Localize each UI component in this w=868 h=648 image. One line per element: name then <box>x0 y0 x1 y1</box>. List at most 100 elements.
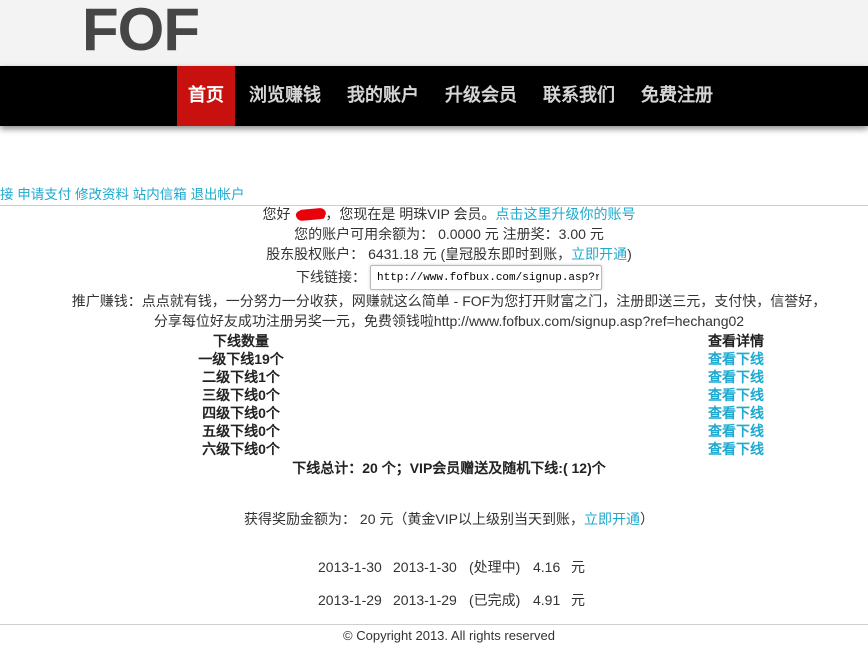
view-downline-link[interactable]: 查看下线 <box>636 368 836 386</box>
downline-count: 1 <box>258 369 266 385</box>
downline-level: 三级下线 <box>202 387 259 403</box>
balance-unit: 元 <box>484 226 499 242</box>
site-header: FOF <box>0 0 868 66</box>
referral-link-input[interactable] <box>370 265 602 290</box>
account-link-partial[interactable]: 接 <box>0 187 14 202</box>
downline-count: 0 <box>258 405 266 421</box>
signup-bonus-amount: 3.00 <box>558 226 586 242</box>
reward-note: （黄金VIP以上级别当天到账， <box>393 511 584 527</box>
member-status: ，您现在是 明珠VIP 会员。 <box>325 206 496 222</box>
equity-note: (皇冠股东即时到账， <box>440 246 572 262</box>
downline-level-cell: 四级下线0个 <box>141 404 341 422</box>
reward-amount: 20 <box>359 511 376 527</box>
equity-amount: 6431.18 <box>368 246 419 262</box>
reward-line: 获得奖励金额为： 20 元（黄金VIP以上级别当天到账，立即开通） <box>32 509 866 529</box>
payment-amount: 4.91 <box>533 592 561 608</box>
balance-label: 您的账户可用余额为： <box>294 226 435 242</box>
downline-unit: 个 <box>269 351 284 367</box>
downline-details-header: 查看详情 <box>708 333 764 349</box>
downline-row: 二级下线1个 查看下线 <box>0 368 868 386</box>
downline-unit: 个 <box>265 369 280 385</box>
downline-level: 二级下线 <box>202 369 259 385</box>
vip-downline-unit: )个 <box>587 460 606 476</box>
copyright-text: © Copyright 2013. All rights reserved <box>343 628 555 643</box>
view-downline-link[interactable]: 查看下线 <box>636 350 836 368</box>
promo-text-line-2: 分享每位好友成功注册另奖一元，免费领钱啦http://www.fofbux.co… <box>153 313 745 329</box>
nav-item-browse-earn[interactable]: 浏览赚钱 <box>237 66 333 126</box>
balance-amount: 0.0000 <box>438 226 481 242</box>
downline-level: 一级下线 <box>198 351 255 367</box>
promo-text-line-1: 推广赚钱：点点就有钱，一分努力一分收获，网赚就这么简单 - FOF为您打开财富之… <box>71 293 827 309</box>
downline-header-row: 下线数量 查看详情 <box>0 332 868 350</box>
downline-count: 0 <box>258 387 266 403</box>
downline-unit: 个 <box>265 441 280 457</box>
equity-line: 股东股权账户： 6431.18 元 (皇冠股东即时到账，立即开通) <box>32 244 866 264</box>
downline-level-cell: 三级下线0个 <box>141 386 341 404</box>
balance-line: 您的账户可用余额为： 0.0000 元 注册奖：3.00 元 <box>32 224 866 244</box>
reward-open-link[interactable]: 立即开通 <box>584 511 640 527</box>
downline-unit: 个 <box>265 405 280 421</box>
payment-date: 2013-1-29 <box>318 592 382 608</box>
nav-item-contact[interactable]: 联系我们 <box>531 66 627 126</box>
main-nav-list: 首页 浏览赚钱 我的账户 升级会员 联系我们 免费注册 <box>177 66 725 126</box>
downline-total-label: 下线总计： <box>292 460 363 476</box>
view-downline-link[interactable]: 查看下线 <box>636 422 836 440</box>
downline-level-cell: 五级下线0个 <box>141 422 341 440</box>
site-logo: FOF <box>82 0 200 63</box>
downline-row: 六级下线0个 查看下线 <box>0 440 868 458</box>
upgrade-account-link[interactable]: 点击这里升级你的账号 <box>495 206 635 222</box>
account-link-logout[interactable]: 退出帐户 <box>191 187 245 202</box>
downline-level-cell: 一级下线19个 <box>141 350 341 368</box>
reward-label: 获得奖励金额为： <box>244 511 357 527</box>
main-nav: 首页 浏览赚钱 我的账户 升级会员 联系我们 免费注册 <box>0 66 868 126</box>
account-link-edit-profile[interactable]: 修改资料 <box>75 187 129 202</box>
downline-count-header: 下线数量 <box>213 333 269 349</box>
vip-downline-label: VIP会员赠送及随机下线:( <box>409 460 568 476</box>
payment-row: 2013-1-30 2013-1-30 (处理中) 4.16 元 <box>0 557 868 577</box>
equity-open-link[interactable]: 立即开通 <box>571 246 627 262</box>
nav-item-my-account[interactable]: 我的账户 <box>335 66 431 126</box>
equity-note-close: ) <box>627 246 632 262</box>
equity-unit: 元 <box>422 246 437 262</box>
downline-level: 五级下线 <box>202 423 259 439</box>
downline-total-line: 下线总计：20 个；VIP会员赠送及随机下线:( 12)个 <box>32 458 866 478</box>
account-link-request-payment[interactable]: 申请支付 <box>17 187 71 202</box>
referral-row: 下线链接： <box>32 265 866 290</box>
view-downline-link[interactable]: 查看下线 <box>636 440 836 458</box>
view-downline-link[interactable]: 查看下线 <box>636 386 836 404</box>
account-links: 接 申请支付 修改资料 站内信箱 退出帐户 <box>0 186 245 203</box>
referral-label: 下线链接： <box>296 269 366 285</box>
payment-date: 2013-1-30 <box>318 559 382 575</box>
downline-count: 19 <box>254 351 270 367</box>
greeting-line: 您好 ，您现在是 明珠VIP 会员。点击这里升级你的账号 <box>32 204 866 224</box>
downline-total-count: 20 <box>362 460 378 476</box>
payment-date-2: 2013-1-29 <box>393 592 457 608</box>
account-link-inbox[interactable]: 站内信箱 <box>133 187 187 202</box>
signup-bonus-unit: 元 <box>589 226 604 242</box>
nav-item-home[interactable]: 首页 <box>177 66 235 126</box>
downline-level: 四级下线 <box>202 405 259 421</box>
downline-row: 三级下线0个 查看下线 <box>0 386 868 404</box>
payment-status: (已完成) <box>469 592 521 608</box>
greeting-hello: 您好 <box>262 206 291 222</box>
redacted-username <box>296 208 326 222</box>
payment-row: 2013-1-29 2013-1-29 (已完成) 4.91 元 <box>0 590 868 610</box>
downline-count: 0 <box>258 441 266 457</box>
downline-row: 一级下线19个 查看下线 <box>0 350 868 368</box>
payment-status: (处理中) <box>469 559 521 575</box>
reward-unit: 元 <box>379 511 394 527</box>
downline-count: 0 <box>258 423 266 439</box>
payment-amount: 4.16 <box>533 559 561 575</box>
nav-item-register[interactable]: 免费注册 <box>629 66 725 126</box>
reward-note-close: ） <box>639 511 654 527</box>
view-downline-link[interactable]: 查看下线 <box>636 404 836 422</box>
downline-unit: 个 <box>265 423 280 439</box>
payment-unit: 元 <box>571 592 585 608</box>
downline-level-cell: 六级下线0个 <box>141 440 341 458</box>
downline-level-cell: 二级下线1个 <box>141 368 341 386</box>
equity-label: 股东股权账户： <box>266 246 365 262</box>
downline-row: 四级下线0个 查看下线 <box>0 404 868 422</box>
nav-item-upgrade[interactable]: 升级会员 <box>433 66 529 126</box>
downline-total-unit: 个； <box>381 460 410 476</box>
downline-row: 五级下线0个 查看下线 <box>0 422 868 440</box>
